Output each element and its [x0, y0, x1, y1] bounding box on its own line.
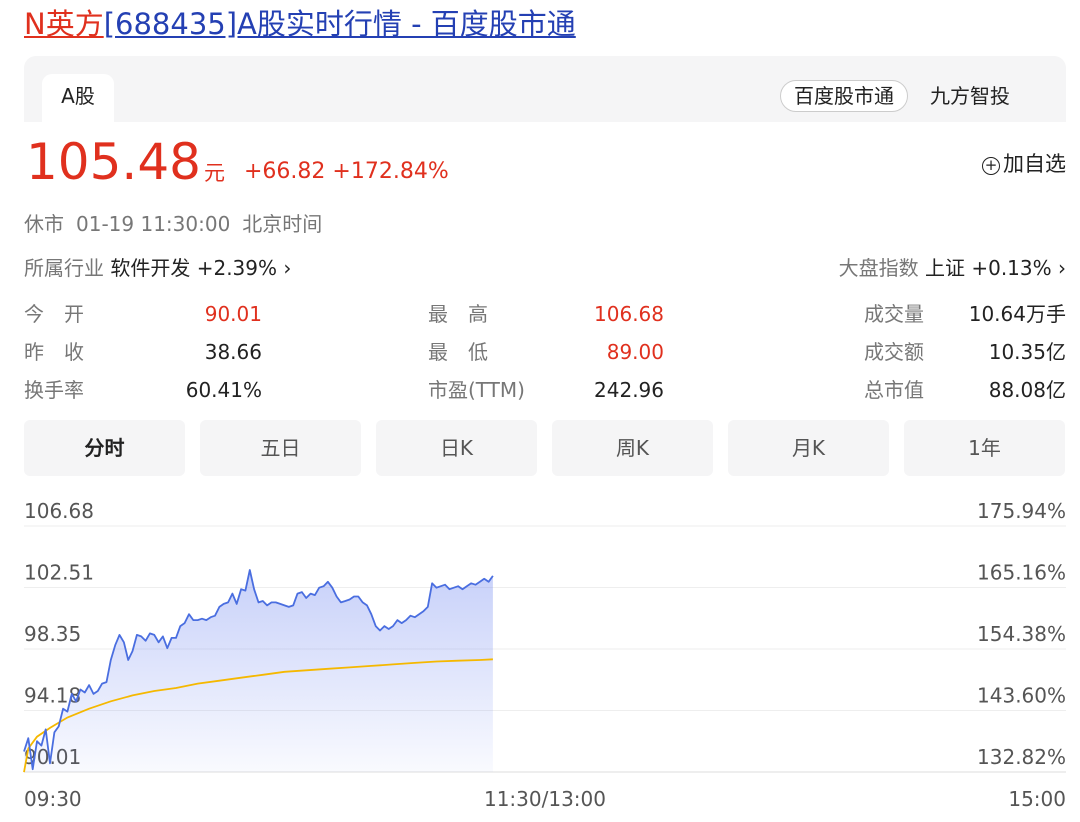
change-percent: +172.84%: [332, 159, 449, 184]
industry-name: 软件开发: [110, 256, 191, 280]
industry-link[interactable]: 所属行业 软件开发 +2.39% ›: [24, 254, 291, 282]
status-datetime: 01-19 11:30:00: [76, 212, 231, 236]
intraday-chart-svg: 106.68 175.94%102.51 165.16%98.35 154.38%94…: [23, 499, 1066, 811]
stat-value: 242.96: [594, 378, 664, 402]
market-tab-bar: A股 百度股市通 九方智投: [24, 56, 1066, 122]
y-right-tick-label: 132.82%: [977, 745, 1066, 769]
index-name: 上证: [924, 256, 965, 280]
current-price: 105.48: [26, 133, 201, 191]
tab-intraday[interactable]: 分时: [24, 420, 185, 476]
add-watchlist-button[interactable]: + 加自选: [982, 150, 1066, 178]
stat-value: 90.01: [204, 302, 262, 326]
stat-label: 今 开: [24, 302, 84, 326]
y-left-tick-label: 102.51: [24, 561, 94, 585]
provider-chip-baidu[interactable]: 百度股市通: [780, 80, 908, 112]
status-text: 休市: [24, 212, 64, 236]
intraday-chart[interactable]: 106.68 175.94% 102.51 165.16% 98.35 154.38% 94…: [0, 480, 1080, 822]
stock-title-link[interactable]: [688435]A股实时行情 - 百度股市通: [104, 7, 576, 41]
stat-label: 成交额: [864, 340, 924, 364]
tab-a-share[interactable]: A股: [42, 74, 114, 122]
y-left-tick-label: 98.35: [24, 622, 81, 646]
provider-tab-jiufang[interactable]: 九方智投: [930, 80, 1010, 112]
y-left-tick-label: 106.68: [24, 499, 94, 523]
stats-row: 换手率 60.41% 市盈(TTM) 242.96 总市值 88.08亿: [24, 372, 1066, 410]
chevron-right-icon: ›: [283, 256, 292, 280]
status-timezone: 北京时间: [242, 212, 323, 236]
period-tabs: 分时 五日 日K 周K 月K 1年: [24, 420, 1066, 476]
stat-label: 总市值: [864, 378, 924, 402]
price-change: +66.82 +172.84%: [244, 158, 449, 186]
y-right-tick-label: 154.38%: [977, 622, 1066, 646]
tab-five-day[interactable]: 五日: [200, 420, 361, 476]
stat-value: 106.68: [594, 302, 664, 326]
stats-row: 昨 收 38.66 最 低 89.00 成交额 10.35亿: [24, 334, 1066, 372]
index-link[interactable]: 大盘指数 上证 +0.13% ›: [839, 254, 1066, 282]
tab-monthly-k[interactable]: 月K: [728, 420, 889, 476]
stat-label: 换手率: [24, 378, 84, 402]
y-right-tick-label: 143.60%: [977, 684, 1066, 708]
stat-value: 10.35亿: [988, 340, 1066, 364]
stat-value: 38.66: [204, 340, 262, 364]
stat-value: 89.00: [606, 340, 664, 364]
stat-value: 88.08亿: [988, 378, 1066, 402]
add-watchlist-label: 加自选: [1003, 152, 1066, 176]
quote-stats: 今 开 90.01 最 高 106.68 成交量 10.64万手 昨 收 38.…: [24, 296, 1066, 410]
x-tick-label: 11:30/13:00: [484, 787, 606, 811]
stat-value: 10.64万手: [968, 302, 1066, 326]
index-change: +0.13%: [971, 256, 1052, 280]
tab-daily-k[interactable]: 日K: [376, 420, 537, 476]
stats-row: 今 开 90.01 最 高 106.68 成交量 10.64万手: [24, 296, 1066, 334]
x-tick-label: 15:00: [1008, 787, 1066, 811]
y-right-tick-label: 165.16%: [977, 561, 1066, 585]
stock-name-link[interactable]: N英方: [24, 7, 104, 41]
industry-label: 所属行业: [24, 256, 104, 280]
page-title[interactable]: N英方[688435]A股实时行情 - 百度股市通: [24, 2, 576, 46]
price-unit: 元: [204, 161, 225, 185]
industry-change: +2.39%: [196, 256, 278, 280]
market-status: 休市 01-19 11:30:00 北京时间: [24, 210, 334, 238]
y-right-tick-label: 175.94%: [977, 499, 1066, 523]
stat-label: 最 高: [428, 302, 488, 326]
stat-label: 昨 收: [24, 340, 84, 364]
stat-label: 最 低: [428, 340, 488, 364]
tab-one-year[interactable]: 1年: [904, 420, 1065, 476]
stat-label: 成交量: [864, 302, 924, 326]
index-label: 大盘指数: [838, 256, 919, 280]
x-tick-label: 09:30: [24, 787, 82, 811]
tab-weekly-k[interactable]: 周K: [552, 420, 713, 476]
chevron-right-icon: ›: [1058, 256, 1066, 280]
change-amount: +66.82: [244, 159, 326, 184]
stat-value: 60.41%: [185, 378, 262, 402]
plus-circle-icon: +: [982, 157, 1000, 175]
stat-label: 市盈(TTM): [428, 378, 525, 402]
